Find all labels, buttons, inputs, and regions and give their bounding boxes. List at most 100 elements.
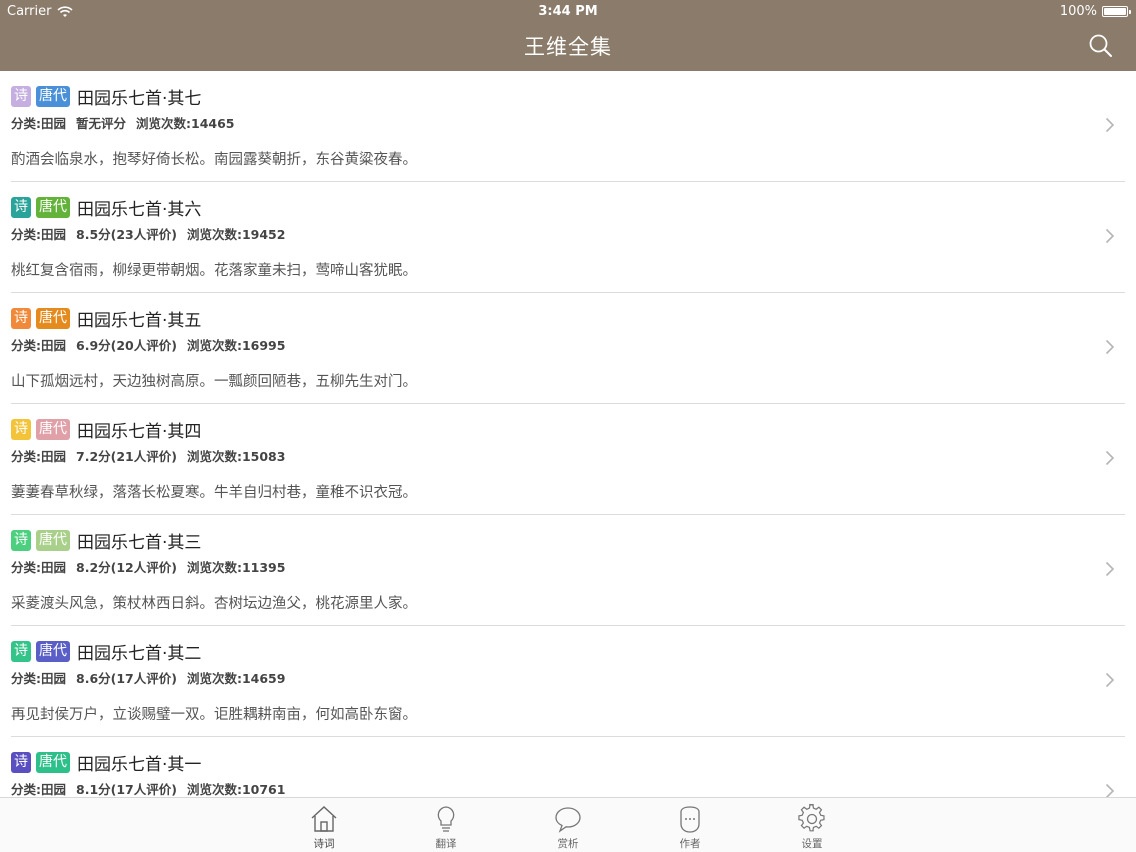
poem-title: 田园乐七首·其七 [77, 89, 202, 109]
poem-title-line: 诗唐代 田园乐七首·其五 [11, 306, 201, 331]
poem-row-content: 诗唐代 田园乐七首·其四分类:田园 7.2分(21人评价) 浏览次数:15083 萋萋春… [11, 404, 1125, 515]
poem-title: 田园乐七首·其六 [77, 200, 202, 220]
tab-settings[interactable]: 设置 [782, 804, 842, 851]
poem-title: 田园乐七首·其二 [77, 644, 202, 664]
chevron-right-icon [1105, 339, 1115, 355]
tab-poems[interactable]: 诗词 [294, 804, 354, 851]
era-tag: 唐代 [36, 530, 70, 551]
tab-appreciation[interactable]: 赏析 [538, 804, 598, 851]
chevron-right-icon [1105, 117, 1115, 133]
tab-label: 赏析 [557, 838, 579, 850]
poem-type-tag: 诗 [11, 752, 31, 773]
poem-row[interactable]: 诗唐代 田园乐七首·其七 分类:田园 暂无评分 浏览次数:14465 酌酒会临泉水，抱琴好… [0, 71, 1136, 182]
poem-excerpt: 山下孤烟远村，天边独树高原。一瓢颜回陋巷，五柳先生对门。 [11, 374, 417, 390]
era-tag: 唐代 [36, 86, 70, 107]
poem-excerpt: 酌酒会临泉水，抱琴好倚长松。南园露葵朝折，东谷黄粱夜春。 [11, 152, 417, 168]
top-bar: Carrier 3:44 PM 100% 王维全集 [0, 0, 1136, 71]
poem-category: 分类:田园 [11, 116, 66, 131]
poem-row[interactable]: 诗唐代 田园乐七首·其三 分类:田园 8.2分(12人评价) 浏览次数:11395 采菱渡… [0, 515, 1136, 626]
poem-type-tag: 诗 [11, 641, 31, 662]
poem-type-tag: 诗 [11, 419, 31, 440]
poem-meta: 分类:田园 6.9分(20人评价) 浏览次数:16995 [11, 335, 295, 354]
home-icon [311, 806, 337, 832]
chevron-right-icon [1105, 561, 1115, 577]
tab-author[interactable]: 作者 [660, 804, 720, 851]
tab-label: 作者 [679, 838, 701, 850]
poem-row-content: 诗唐代 田园乐七首·其七 分类:田园 暂无评分 浏览次数:14465 酌酒会临泉水，抱琴好… [11, 71, 1125, 182]
chevron-right-icon [1105, 783, 1115, 797]
poem-title: 田园乐七首·其三 [77, 533, 202, 553]
poem-category: 分类:田园 [11, 782, 66, 797]
poem-row[interactable]: 诗唐代 田园乐七首·其五分类:田园 6.9分(20人评价) 浏览次数:16995 山下孤… [0, 293, 1136, 404]
tab-translation[interactable]: 翻译 [416, 804, 476, 851]
poem-category: 分类:田园 [11, 449, 66, 464]
poem-rating: 8.1分(17人评价) [76, 782, 177, 797]
poem-title-line: 诗唐代 田园乐七首·其三 [11, 528, 201, 553]
poem-row-content: 诗唐代 田园乐七首·其一 分类:田园 8.1分(17人评价) 浏览次数:10761 [11, 737, 1125, 797]
gear-icon [798, 804, 825, 832]
poem-excerpt: 萋萋春草秋绿，落落长松夏寒。牛羊自归村巷，童稚不识衣冠。 [11, 485, 417, 501]
poem-meta: 分类:田园 7.2分(21人评价) 浏览次数:15083 [11, 446, 295, 465]
tab-label: 翻译 [435, 838, 457, 850]
poem-row[interactable]: 诗唐代 田园乐七首·其四分类:田园 7.2分(21人评价) 浏览次数:15083 萋萋春… [0, 404, 1136, 515]
poem-row-content: 诗唐代 田园乐七首·其二 分类:田园 8.6分(17人评价) 浏览次数:14659 再见封… [11, 626, 1125, 737]
poem-title: 田园乐七首·其五 [77, 311, 202, 331]
chevron-right-icon [1105, 228, 1115, 244]
poem-row-content: 诗唐代 田园乐七首·其五分类:田园 6.9分(20人评价) 浏览次数:16995 山下孤… [11, 293, 1125, 404]
era-tag: 唐代 [36, 752, 70, 773]
poem-title-line: 诗唐代 田园乐七首·其一 [11, 750, 201, 775]
status-bar: Carrier 3:44 PM 100% [0, 0, 1136, 22]
poem-meta: 分类:田园 8.1分(17人评价) 浏览次数:10761 [11, 779, 295, 797]
poem-views: 浏览次数:14465 [136, 116, 235, 131]
poem-title: 田园乐七首·其四 [77, 422, 202, 442]
poem-views: 浏览次数:19452 [186, 227, 286, 242]
poem-type-tag: 诗 [11, 530, 31, 551]
poem-rating: 8.6分(17人评价) [76, 671, 177, 686]
poem-excerpt: 采菱渡头风急，策杖林西日斜。杏树坛边渔父，桃花源里人家。 [11, 596, 417, 612]
era-tag: 唐代 [36, 197, 70, 218]
poem-type-tag: 诗 [11, 308, 31, 329]
poem-title-line: 诗唐代 田园乐七首·其七 [11, 84, 201, 109]
poem-type-tag: 诗 [11, 86, 31, 107]
poem-title-line: 诗唐代 田园乐七首·其六 [11, 195, 201, 220]
poem-meta: 分类:田园 8.2分(12人评价) 浏览次数:11395 [11, 557, 295, 576]
poem-category: 分类:田园 [11, 671, 66, 686]
poem-excerpt: 桃红复含宿雨，柳绿更带朝烟。花落家童未扫，莺啼山客犹眠。 [11, 263, 417, 279]
poem-title-line: 诗唐代 田园乐七首·其二 [11, 639, 201, 664]
person-face-icon [680, 806, 700, 833]
poem-views: 浏览次数:11395 [186, 560, 286, 575]
poem-row-content: 诗唐代 田园乐七首·其三 分类:田园 8.2分(12人评价) 浏览次数:11395 采菱渡… [11, 515, 1125, 626]
poem-list[interactable]: 诗唐代 田园乐七首·其七 分类:田园 暂无评分 浏览次数:14465 酌酒会临泉水，抱琴好… [0, 71, 1136, 797]
poem-category: 分类:田园 [11, 560, 66, 575]
poem-row[interactable]: 诗唐代 田园乐七首·其六分类:田园 8.5分(23人评价) 浏览次数:19452 桃红复… [0, 182, 1136, 293]
status-time: 3:44 PM [538, 4, 598, 19]
poem-row[interactable]: 诗唐代 田园乐七首·其二 分类:田园 8.6分(17人评价) 浏览次数:14659 再见封… [0, 626, 1136, 737]
poem-category: 分类:田园 [11, 227, 66, 242]
poem-row[interactable]: 诗唐代 田园乐七首·其一 分类:田园 8.1分(17人评价) 浏览次数:10761 [0, 737, 1136, 797]
poem-title-line: 诗唐代 田园乐七首·其四 [11, 417, 201, 442]
poem-rating: 8.2分(12人评价) [76, 560, 177, 575]
poem-views: 浏览次数:16995 [186, 338, 286, 353]
battery-level [1104, 8, 1126, 15]
page-title: 王维全集 [524, 35, 612, 59]
search-button[interactable] [1088, 33, 1114, 59]
battery-percent: 100% [1059, 4, 1097, 19]
status-right: 100% [1059, 4, 1131, 19]
era-tag: 唐代 [36, 641, 70, 662]
chevron-right-icon [1105, 450, 1115, 466]
chevron-right-icon [1105, 672, 1115, 688]
era-tag: 唐代 [36, 419, 70, 440]
poem-views: 浏览次数:15083 [186, 449, 286, 464]
speech-bubble-icon [555, 807, 581, 833]
poem-views: 浏览次数:14659 [186, 671, 286, 686]
poem-title: 田园乐七首·其一 [77, 755, 202, 775]
poem-rating: 暂无评分 [76, 116, 127, 131]
poem-meta: 分类:田园 8.5分(23人评价) 浏览次数:19452 [11, 224, 295, 243]
tab-label: 设置 [801, 838, 823, 850]
poem-type-tag: 诗 [11, 197, 31, 218]
era-tag: 唐代 [36, 308, 70, 329]
poem-row-content: 诗唐代 田园乐七首·其六分类:田园 8.5分(23人评价) 浏览次数:19452 桃红复… [11, 182, 1125, 293]
battery-icon [1102, 6, 1131, 17]
poem-meta: 分类:田园 8.6分(17人评价) 浏览次数:14659 [11, 668, 295, 687]
poem-meta: 分类:田园 暂无评分 浏览次数:14465 [11, 113, 245, 132]
